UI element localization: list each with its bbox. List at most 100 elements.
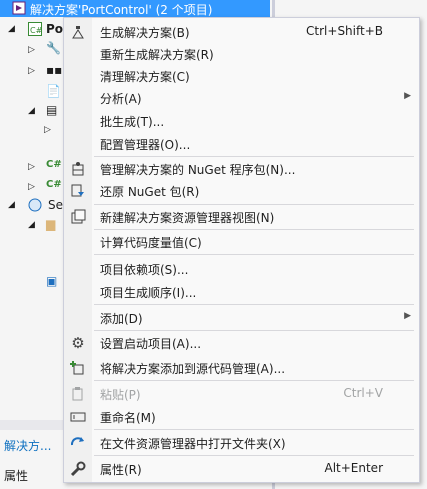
collapse-arrow-icon[interactable]: ▷ (44, 125, 51, 135)
gear-icon: ⚙ (71, 334, 85, 352)
menu-item-label: 清理解决方案(C) (100, 70, 190, 84)
tree-row[interactable]: 📄 (0, 83, 70, 101)
tree-row[interactable]: ▷ C# (0, 178, 70, 196)
menu-item-add[interactable]: 添加(D) ▶ (64, 307, 419, 329)
tree-row[interactable]: ▷ 🔧 (0, 41, 70, 59)
menu-item-project-dependencies[interactable]: 项目依赖项(S)... (64, 258, 419, 280)
menu-separator (94, 304, 414, 305)
menu-separator (94, 330, 414, 331)
expand-arrow-icon[interactable]: ◢ (28, 220, 35, 230)
menu-item-label: 分析(A) (100, 92, 142, 106)
rename-icon (70, 409, 86, 425)
nuget-icon (70, 161, 86, 177)
new-view-icon (70, 209, 86, 225)
menu-item-add-to-source-control[interactable]: 将解决方案添加到源代码管理(A)... (64, 357, 419, 379)
menu-item-analyze[interactable]: 分析(A) ▶ (64, 87, 419, 109)
menu-item-label: 属性(R) (100, 463, 142, 477)
collapse-arrow-icon[interactable]: ▷ (28, 162, 35, 172)
svg-text:C#: C# (30, 26, 42, 35)
open-folder-icon (70, 435, 86, 451)
menu-item-shortcut: Ctrl+V (343, 386, 383, 400)
csharp-file-icon: C# (46, 179, 62, 190)
menu-item-label: 还原 NuGet 包(R) (100, 185, 200, 199)
wrench-icon (70, 461, 86, 477)
second-project-row[interactable]: ◢ Se (0, 196, 70, 214)
expand-arrow-icon[interactable]: ◢ (8, 200, 15, 210)
csharp-project-icon: C# (28, 22, 42, 36)
menu-separator (94, 229, 414, 230)
tree-row[interactable]: ▣ (0, 273, 70, 291)
solution-explorer-tab[interactable]: 解决方... (4, 437, 51, 454)
collapse-arrow-icon[interactable]: ▷ (28, 66, 35, 76)
tree-row[interactable]: ▷ C# (0, 158, 70, 176)
tree-row[interactable]: ▷ ▪▪ (0, 62, 70, 80)
form-icon: ▤ (46, 103, 58, 117)
menu-item-build-solution[interactable]: 生成解决方案(B) Ctrl+Shift+B (64, 21, 419, 43)
menu-item-label: 项目生成顺序(I)... (100, 286, 197, 300)
web-project-icon (28, 198, 42, 212)
second-project-label: Se (48, 198, 63, 212)
menu-item-label: 配置管理器(O)... (100, 138, 191, 152)
menu-item-paste[interactable]: 粘贴(P) Ctrl+V (64, 383, 419, 405)
menu-item-label: 生成解决方案(B) (100, 26, 190, 40)
menu-item-configuration-manager[interactable]: 配置管理器(O)... (64, 133, 419, 155)
menu-item-open-in-explorer[interactable]: 在文件资源管理器中打开文件夹(X) (64, 432, 419, 454)
menu-separator (94, 455, 414, 456)
menu-separator (94, 156, 414, 157)
solution-row[interactable]: 解决方案'PortControl' (2 个项目) (0, 0, 270, 17)
menu-item-label: 在文件资源管理器中打开文件夹(X) (100, 437, 286, 451)
folder-icon: ▆ (46, 217, 56, 231)
menu-item-new-explorer-view[interactable]: 新建解决方案资源管理器视图(N) (64, 206, 419, 228)
tree-row[interactable]: ◢ ▆ (0, 216, 70, 234)
menu-item-shortcut: Alt+Enter (324, 461, 383, 475)
menu-item-clean-solution[interactable]: 清理解决方案(C) (64, 65, 419, 87)
wrench-icon: 🔧 (46, 41, 61, 55)
web-page-icon: ▣ (46, 274, 58, 288)
menu-item-label: 计算代码度量值(C) (100, 236, 202, 250)
menu-item-label: 添加(D) (100, 312, 143, 326)
menu-item-build-order[interactable]: 项目生成顺序(I)... (64, 281, 419, 303)
expand-arrow-icon[interactable]: ◢ (28, 106, 35, 116)
expand-arrow-icon[interactable]: ◢ (8, 24, 15, 34)
menu-separator (94, 380, 414, 381)
menu-item-label: 新建解决方案资源管理器视图(N) (100, 211, 275, 225)
menu-item-label: 管理解决方案的 NuGet 程序包(N)... (100, 163, 296, 177)
menu-item-label: 项目依赖项(S)... (100, 263, 189, 277)
menu-item-label: 设置启动项目(A)... (100, 337, 202, 351)
horizontal-scrollbar[interactable] (0, 420, 70, 430)
properties-tab[interactable]: 属性 (4, 467, 28, 484)
menu-item-label: 重新生成解决方案(R) (100, 48, 214, 62)
menu-item-properties[interactable]: 属性(R) Alt+Enter (64, 458, 419, 480)
solution-icon (12, 1, 26, 15)
context-menu: 生成解决方案(B) Ctrl+Shift+B 重新生成解决方案(R) 清理解决方… (63, 17, 420, 483)
menu-item-label: 粘贴(P) (100, 388, 141, 402)
menu-item-set-startup-projects[interactable]: ⚙ 设置启动项目(A)... (64, 332, 419, 354)
menu-item-manage-nuget[interactable]: 管理解决方案的 NuGet 程序包(N)... (64, 158, 419, 180)
menu-separator (94, 254, 414, 255)
menu-item-shortcut: Ctrl+Shift+B (306, 24, 383, 38)
restore-icon (70, 183, 86, 199)
build-icon (70, 24, 86, 40)
submenu-arrow-icon: ▶ (404, 91, 411, 101)
menu-item-label: 批生成(T)... (100, 115, 165, 129)
csharp-file-icon: C# (46, 159, 62, 170)
solution-row-label: 解决方案'PortControl' (2 个项目) (30, 3, 213, 17)
project-label: Po (46, 22, 64, 36)
menu-item-label: 重命名(M) (100, 411, 156, 425)
tree-row[interactable]: ◢ ▤ (0, 102, 70, 120)
menu-separator (94, 429, 414, 430)
menu-item-rebuild-solution[interactable]: 重新生成解决方案(R) (64, 43, 419, 65)
menu-item-restore-nuget[interactable]: 还原 NuGet 包(R) (64, 180, 419, 202)
menu-separator (94, 204, 414, 205)
tree-row[interactable]: ▷ (0, 121, 70, 139)
project-row[interactable]: ◢ C# Po (0, 20, 70, 38)
references-icon: ▪▪ (46, 63, 63, 77)
menu-item-batch-build[interactable]: 批生成(T)... (64, 110, 419, 132)
collapse-arrow-icon[interactable]: ▷ (28, 45, 35, 55)
menu-item-code-metrics[interactable]: 计算代码度量值(C) (64, 231, 419, 253)
paste-icon (70, 386, 86, 402)
collapse-arrow-icon[interactable]: ▷ (28, 182, 35, 192)
submenu-arrow-icon: ▶ (404, 311, 411, 321)
menu-item-label: 将解决方案添加到源代码管理(A)... (100, 362, 286, 376)
menu-item-rename[interactable]: 重命名(M) (64, 406, 419, 428)
